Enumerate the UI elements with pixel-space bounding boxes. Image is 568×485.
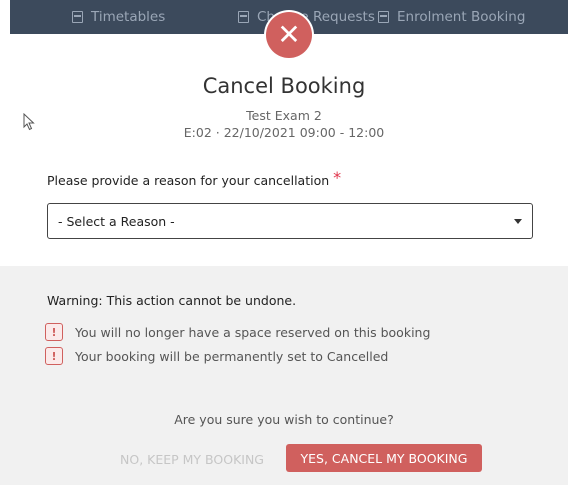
warning-item: ! Your booking will be permanently set t… [45,347,388,365]
warning-title: Warning: This action cannot be undone. [47,293,297,308]
nav-item-timetables[interactable]: Timetables [72,0,165,34]
calendar-icon [72,11,83,23]
document-icon [378,11,389,23]
mouse-cursor-icon [23,113,35,131]
close-icon: ✕ [277,18,301,51]
nav-item-enrolment-booking[interactable]: Enrolment Booking [378,0,525,34]
keep-booking-button[interactable]: NO, KEEP MY BOOKING [110,445,274,473]
reason-label-text: Please provide a reason for your cancell… [47,173,330,188]
close-modal-button[interactable]: ✕ [266,12,312,58]
exam-details: E:02 · 22/10/2021 09:00 - 12:00 [183,125,385,140]
confirm-question: Are you sure you wish to continue? [174,412,394,427]
warning-text: Your booking will be permanently set to … [75,348,389,364]
chevron-down-icon [514,219,522,224]
nav-item-label: Timetables [91,9,166,25]
exclamation-icon: ! [45,347,63,365]
nav-item-label: Enrolment Booking [397,9,526,25]
document-icon [238,11,249,23]
reason-select[interactable]: - Select a Reason - [47,203,533,239]
modal-title: Cancel Booking [202,74,366,98]
reason-label: Please provide a reason for your cancell… [47,168,342,189]
reason-select-value: - Select a Reason - [58,213,175,229]
cancel-booking-button[interactable]: YES, CANCEL MY BOOKING [286,444,482,472]
exclamation-icon: ! [45,323,63,341]
required-marker: * [333,168,342,187]
warning-text: You will no longer have a space reserved… [75,324,431,340]
exam-name: Test Exam 2 [246,108,322,123]
warning-item: ! You will no longer have a space reserv… [45,323,430,341]
